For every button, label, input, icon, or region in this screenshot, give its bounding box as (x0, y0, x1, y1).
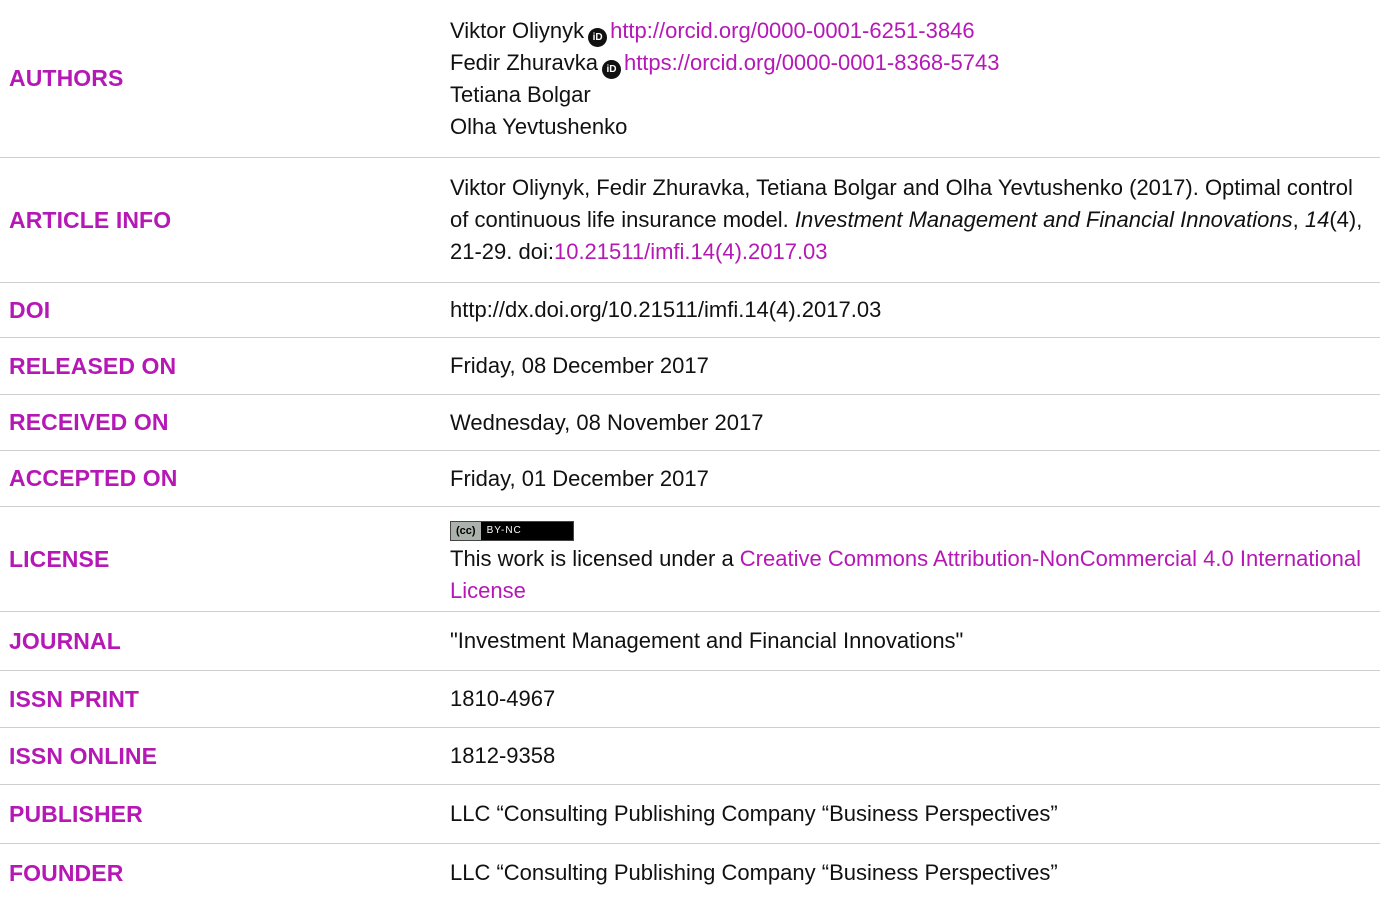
founder-value: LLC “Consulting Publishing Company “Busi… (450, 860, 1058, 885)
citation-sep: , (1292, 207, 1305, 232)
license-text-pre: This work is licensed under a (450, 546, 740, 571)
released-value: Friday, 08 December 2017 (450, 353, 709, 378)
authors-label: AUTHORS (9, 65, 124, 91)
row-authors: AUTHORS Viktor Oliynyk iD http://orcid.org… (0, 0, 1380, 158)
orcid-link[interactable]: https://orcid.org/0000-0001-8368-5743 (624, 50, 999, 75)
row-accepted-on: ACCEPTED ON Friday, 01 December 2017 (0, 451, 1380, 507)
row-received-on: RECEIVED ON Wednesday, 08 November 2017 (0, 395, 1380, 451)
journal-label: JOURNAL (9, 627, 121, 654)
article-info-value: Viktor Oliynyk, Fedir Zhuravka, Tetiana … (450, 172, 1380, 268)
journal-value: "Investment Management and Financial Inn… (450, 628, 964, 653)
doi-value: http://dx.doi.org/10.21511/imfi.14(4).20… (450, 297, 882, 322)
released-label: RELEASED ON (9, 352, 177, 379)
row-issn-online: ISSN ONLINE 1812-9358 (0, 728, 1380, 785)
received-value: Wednesday, 08 November 2017 (450, 409, 764, 435)
license-text: This work is licensed under a Creative C… (450, 543, 1370, 607)
founder-label: FOUNDER (9, 859, 124, 886)
accepted-value: Friday, 01 December 2017 (450, 465, 709, 491)
row-founder: FOUNDER LLC “Consulting Publishing Compa… (0, 844, 1380, 902)
orcid-icon: iD (588, 27, 608, 47)
authors-value: Viktor Oliynyk iD http://orcid.org/0000-00… (450, 15, 1380, 143)
row-journal: JOURNAL "Investment Management and Finan… (0, 612, 1380, 671)
article-info-label: ARTICLE INFO (9, 206, 172, 233)
publisher-value: LLC “Consulting Publishing Company “Busi… (450, 801, 1058, 826)
cc-badge-right: BY-NC (486, 525, 522, 536)
citation-journal: Investment Management and Financial Inno… (794, 207, 1293, 232)
accepted-label: ACCEPTED ON (9, 465, 178, 491)
row-released-on: RELEASED ON Friday, 08 December 2017 (0, 338, 1380, 395)
issn-print-value: 1810-4967 (450, 686, 556, 711)
citation-volume: 14 (1304, 207, 1330, 232)
orcid-link[interactable]: http://orcid.org/0000-0001-6251-3846 (610, 18, 974, 43)
orcid-icon: iD (601, 59, 621, 79)
row-article-info: ARTICLE INFO Viktor Oliynyk, Fedir Zhura… (0, 158, 1380, 283)
article-metadata-table: AUTHORS Viktor Oliynyk iD http://orcid.org… (0, 0, 1380, 902)
author-name: Olha Yevtushenko (450, 113, 628, 139)
cc-badge-left: (cc) (451, 522, 481, 540)
row-publisher: PUBLISHER LLC “Consulting Publishing Com… (0, 785, 1380, 844)
doi-label: DOI (9, 296, 51, 323)
row-issn-print: ISSN PRINT 1810-4967 (0, 671, 1380, 728)
row-doi: DOI http://dx.doi.org/10.21511/imfi.14(4… (0, 283, 1380, 338)
issn-online-label: ISSN ONLINE (9, 742, 158, 769)
author-line: Viktor Oliynyk iD http://orcid.org/0000-00… (450, 15, 1370, 47)
issn-print-label: ISSN PRINT (9, 685, 140, 712)
citation-doi-link[interactable]: 10.21511/imfi.14(4).2017.03 (554, 239, 828, 264)
license-value: (cc) BY-NC This work is licensed under a … (450, 511, 1380, 607)
license-label: LICENSE (9, 545, 110, 572)
issn-online-value: 1812-9358 (450, 743, 556, 768)
row-license: LICENSE (cc) BY-NC This work is licensed … (0, 507, 1380, 612)
cc-by-nc-badge-icon[interactable]: (cc) BY-NC (450, 521, 574, 541)
author-line: Fedir Zhuravka iD https://orcid.org/0000-0… (450, 47, 1370, 79)
author-name: Tetiana Bolgar (450, 81, 591, 107)
author-name: Fedir Zhuravka (450, 49, 598, 75)
publisher-label: PUBLISHER (9, 800, 143, 827)
received-label: RECEIVED ON (9, 409, 169, 435)
author-name: Viktor Oliynyk (450, 17, 585, 43)
